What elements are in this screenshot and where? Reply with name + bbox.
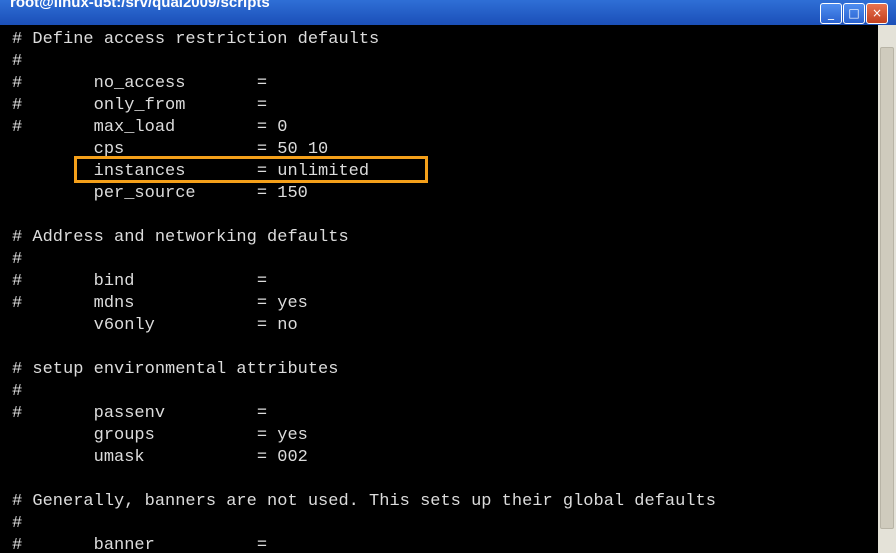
terminal-line: # setup environmental attributes: [12, 360, 339, 379]
terminal-line: # Generally, banners are not used. This …: [12, 492, 716, 511]
terminal-line: # mdns = yes: [12, 294, 308, 313]
terminal-line: v6only = no: [12, 316, 298, 335]
terminal-line: # passenv =: [12, 404, 268, 423]
terminal-line: umask = 002: [12, 448, 308, 467]
terminal-output[interactable]: # Define access restriction defaults # #…: [0, 25, 878, 553]
scrollbar-thumb[interactable]: [880, 47, 894, 529]
window-title: root@linux-u5t:/srv/qual2009/scripts: [10, 0, 270, 11]
terminal-line: groups = yes: [12, 426, 308, 445]
terminal-line: # banner =: [12, 536, 268, 553]
terminal-line: # no_access =: [12, 74, 268, 93]
terminal-line: #: [12, 514, 23, 533]
terminal-line: # Define access restriction defaults: [12, 30, 380, 49]
close-button[interactable]: ×: [866, 3, 888, 24]
maximize-button[interactable]: □: [843, 3, 865, 24]
terminal-line: #: [12, 250, 23, 269]
terminal-line: #: [12, 52, 23, 71]
window-titlebar[interactable]: root@linux-u5t:/srv/qual2009/scripts _ □…: [0, 0, 896, 25]
instances-highlight-box: [74, 156, 428, 183]
terminal-line: # only_from =: [12, 96, 268, 115]
vertical-scrollbar[interactable]: [878, 25, 896, 553]
terminal-line: per_source = 150: [12, 184, 308, 203]
terminal-line: # Address and networking defaults: [12, 228, 349, 247]
terminal-line: # max_load = 0: [12, 118, 288, 137]
terminal-line: #: [12, 382, 23, 401]
terminal-line: # bind =: [12, 272, 268, 291]
minimize-button[interactable]: _: [820, 3, 842, 24]
